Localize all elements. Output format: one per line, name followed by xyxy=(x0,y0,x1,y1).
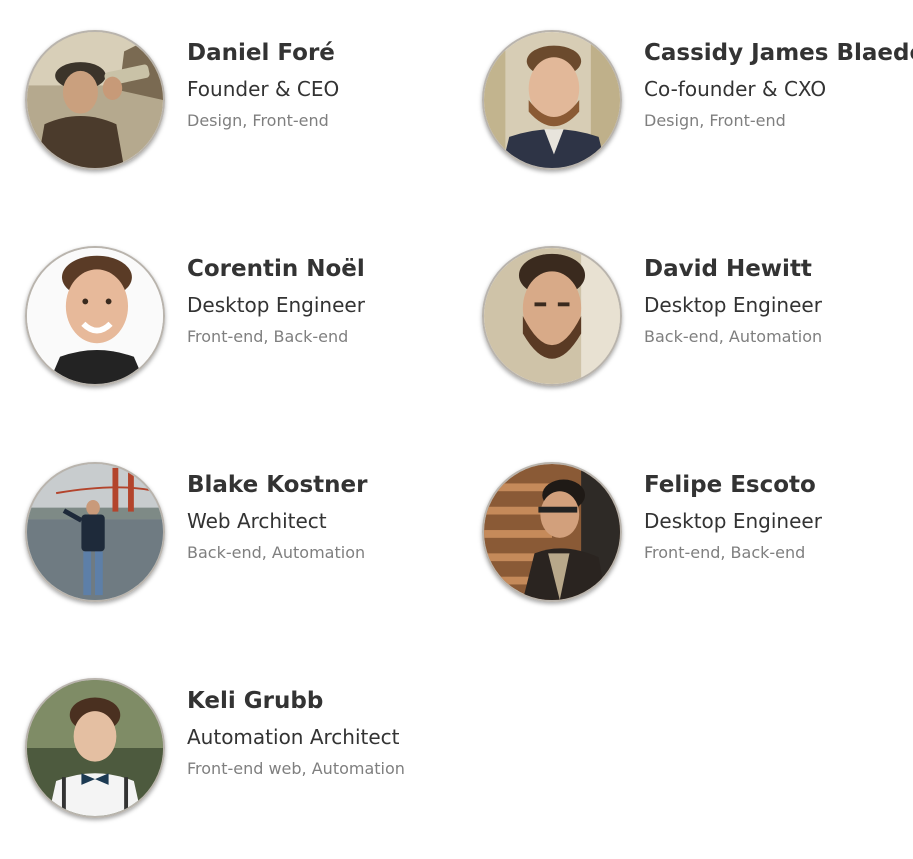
avatar-image xyxy=(27,248,163,384)
member-name: Blake Kostner xyxy=(187,472,368,498)
team-member-card: Blake Kostner Web Architect Back-end, Au… xyxy=(25,462,465,612)
team-member-card: Felipe Escoto Desktop Engineer Front-end… xyxy=(482,462,913,612)
team-member-card: Cassidy James Blaede Co-founder & CXO De… xyxy=(482,30,913,180)
avatar xyxy=(25,30,165,170)
member-name: Keli Grubb xyxy=(187,688,324,714)
member-skills: Design, Front-end xyxy=(187,111,329,130)
member-skills: Front-end, Back-end xyxy=(644,543,806,562)
avatar xyxy=(482,462,622,602)
member-name: David Hewitt xyxy=(644,256,812,282)
avatar xyxy=(25,678,165,818)
avatar-image xyxy=(484,248,620,384)
member-name: Cassidy James Blaede xyxy=(644,40,913,66)
member-name: Corentin Noël xyxy=(187,256,365,282)
member-name: Felipe Escoto xyxy=(644,472,816,498)
avatar xyxy=(25,246,165,386)
member-skills: Back-end, Automation xyxy=(187,543,366,562)
team-member-card: Corentin Noël Desktop Engineer Front-end… xyxy=(25,246,465,396)
avatar xyxy=(482,246,622,386)
team-grid: Daniel Foré Founder & CEO Design, Front-… xyxy=(0,0,913,859)
avatar-image xyxy=(27,32,163,168)
member-skills: Front-end web, Automation xyxy=(187,759,405,778)
member-role: Desktop Engineer xyxy=(187,293,365,317)
member-role: Automation Architect xyxy=(187,725,400,749)
avatar xyxy=(482,30,622,170)
member-role: Co-founder & CXO xyxy=(644,77,827,101)
member-skills: Back-end, Automation xyxy=(644,327,823,346)
member-role: Desktop Engineer xyxy=(644,509,822,533)
member-skills: Front-end, Back-end xyxy=(187,327,349,346)
team-member-card: David Hewitt Desktop Engineer Back-end, … xyxy=(482,246,913,396)
avatar-image xyxy=(27,680,163,816)
team-member-card: Keli Grubb Automation Architect Front-en… xyxy=(25,678,465,828)
member-role: Founder & CEO xyxy=(187,77,340,101)
member-role: Web Architect xyxy=(187,509,327,533)
avatar-image xyxy=(484,464,620,600)
team-member-card: Daniel Foré Founder & CEO Design, Front-… xyxy=(25,30,465,180)
avatar-image xyxy=(27,464,163,600)
avatar-image xyxy=(484,32,620,168)
member-skills: Design, Front-end xyxy=(644,111,786,130)
member-name: Daniel Foré xyxy=(187,40,335,66)
member-role: Desktop Engineer xyxy=(644,293,822,317)
avatar xyxy=(25,462,165,602)
